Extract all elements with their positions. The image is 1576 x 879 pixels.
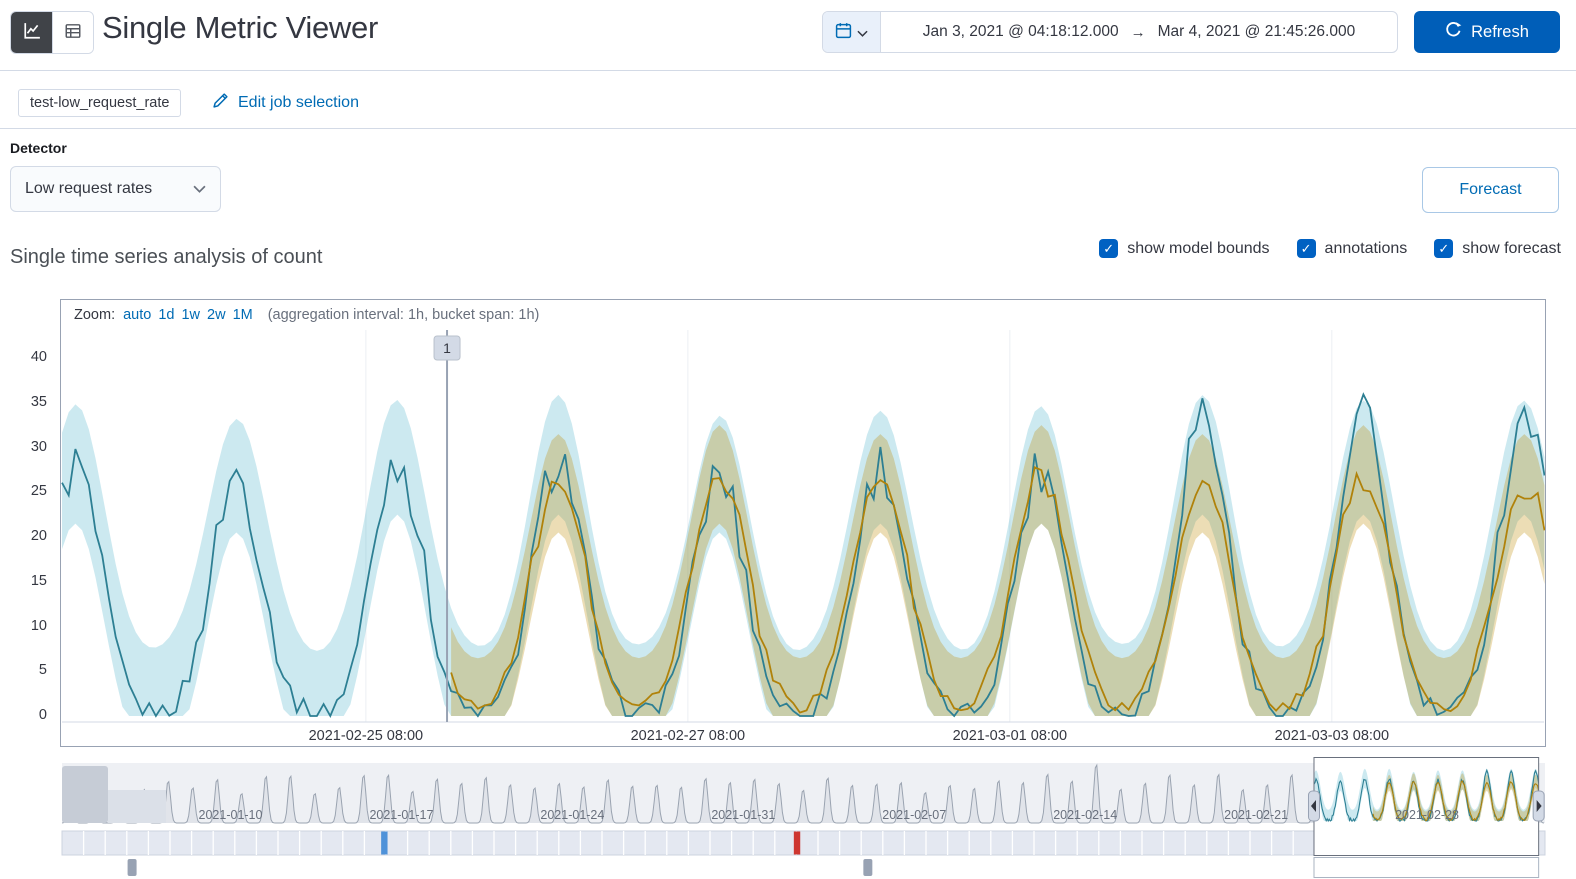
zoom-option-1w[interactable]: 1w [181, 307, 200, 323]
chart-options-row: ✓ show model bounds ✓ annotations ✓ show fore… [1099, 239, 1561, 258]
zoom-label: Zoom: [74, 307, 116, 323]
brush-handle-right[interactable] [1532, 790, 1545, 822]
x-axis-tick-label: 2021-03-03 08:00 [1275, 728, 1390, 744]
checkbox-box[interactable]: ✓ [1099, 239, 1119, 258]
context-tick-label: 2021-02-28 [1395, 808, 1459, 822]
context-annotation-marker[interactable] [127, 859, 137, 876]
series-title: Single time series analysis of count [10, 246, 323, 268]
y-axis-tick-label: 40 [30, 349, 47, 365]
forecast-bounds-area [451, 425, 1545, 716]
pencil-icon [212, 92, 229, 114]
y-axis-tick-label: 25 [30, 483, 47, 500]
annotation-selection-box [1313, 857, 1540, 878]
svg-text:1: 1 [443, 340, 451, 356]
header-divider [0, 70, 1576, 71]
context-tick-label: 2021-01-24 [540, 808, 604, 822]
context-annotation-marker[interactable] [863, 859, 873, 876]
context-tick-label: 2021-02-14 [1053, 808, 1117, 822]
date-range-arrow: → [1130, 23, 1146, 41]
checkbox-show-model-bounds[interactable]: ✓ show model bounds [1099, 239, 1270, 258]
chevron-down-icon [193, 180, 206, 198]
context-tick-label: 2021-01-10 [199, 808, 263, 822]
refresh-icon [1445, 21, 1462, 43]
refresh-button[interactable]: Refresh [1414, 11, 1560, 53]
checkbox-label: show forecast [1462, 239, 1561, 257]
edit-job-selection-link[interactable]: Edit job selection [212, 92, 359, 114]
brush-handle-left[interactable] [1307, 790, 1320, 822]
edit-job-selection-label: Edit job selection [238, 94, 359, 111]
swimlane-anomaly-critical[interactable] [793, 831, 801, 855]
checkbox-box[interactable]: ✓ [1434, 239, 1454, 258]
date-range-picker: Jan 3, 2021 @ 04:18:12.000 → Mar 4, 2021… [822, 11, 1398, 53]
aggregation-note: (aggregation interval: 1h, bucket span: … [267, 307, 540, 323]
context-dense-block [62, 766, 108, 823]
context-chart[interactable]: 2021-01-10 2021-01-17 2021-01-24 2021-01-31… [0, 757, 1576, 879]
swimlane-anomaly-low[interactable] [381, 831, 388, 855]
y-axis-tick-label: 30 [30, 438, 47, 455]
x-axis-tick-label: 2021-03-01 08:00 [953, 728, 1068, 744]
checkbox-label: show model bounds [1127, 239, 1270, 257]
context-tick-label: 2021-01-17 [369, 808, 433, 822]
chevron-down-icon [857, 25, 868, 40]
zoom-bar: Zoom: auto 1d 1w 2w 1M (aggregation interval… [74, 307, 539, 323]
job-bar-divider [0, 128, 1576, 129]
zoom-option-auto[interactable]: auto [123, 307, 151, 323]
page-title: Single Metric Viewer [102, 10, 378, 45]
y-axis-tick-label: 5 [38, 662, 47, 679]
zoom-option-2w[interactable]: 2w [207, 307, 226, 323]
y-axis-tick-label: 35 [30, 393, 47, 410]
table-icon [64, 22, 82, 43]
table-view-button[interactable] [52, 12, 93, 53]
y-axis-tick-label: 10 [30, 617, 47, 634]
checkbox-annotations[interactable]: ✓ annotations [1296, 239, 1408, 258]
zoom-option-1d[interactable]: 1d [158, 307, 174, 323]
single-metric-viewer-page: Single Metric Viewer Jan 3, 2021 @ 04:18… [0, 0, 1576, 879]
context-selection-brush[interactable] [1313, 757, 1539, 856]
zoom-options: auto 1d 1w 2w 1M [123, 307, 260, 323]
context-tick-label: 2021-01-31 [711, 808, 775, 822]
y-axis-tick-label: 0 [38, 707, 47, 723]
context-tick-label: 2021-02-21 [1224, 808, 1288, 822]
y-axis-labels: 0 5 10 15 20 25 30 35 40 [0, 0, 47, 879]
y-axis-tick-label: 20 [30, 528, 47, 544]
date-range-display: Jan 3, 2021 @ 04:18:12.000 → Mar 4, 2021… [881, 12, 1397, 52]
forecast-button[interactable]: Forecast [1422, 167, 1559, 213]
y-axis-tick-label: 15 [30, 572, 47, 589]
context-tick-label: 2021-02-07 [882, 808, 946, 822]
x-axis-tick-label: 2021-02-25 08:00 [309, 728, 424, 744]
checkbox-show-forecast[interactable]: ✓ show forecast [1434, 239, 1561, 258]
x-axis-tick-label: 2021-02-27 08:00 [631, 728, 746, 744]
end-date-button[interactable]: Mar 4, 2021 @ 21:45:26.000 [1158, 23, 1356, 41]
quick-select-button[interactable] [823, 12, 881, 52]
calendar-icon [835, 22, 852, 42]
start-date-button[interactable]: Jan 3, 2021 @ 04:18:12.000 [923, 23, 1119, 41]
zoom-option-1M[interactable]: 1M [233, 307, 253, 323]
main-time-series-chart[interactable]: 1 2021-02-25 08:00 2021-02-27 08:00 2021-03… [61, 300, 1545, 746]
refresh-label: Refresh [1471, 22, 1529, 41]
annotation-marker[interactable]: 1 [433, 335, 461, 361]
checkbox-label: annotations [1324, 239, 1408, 257]
checkbox-box[interactable]: ✓ [1296, 239, 1316, 258]
